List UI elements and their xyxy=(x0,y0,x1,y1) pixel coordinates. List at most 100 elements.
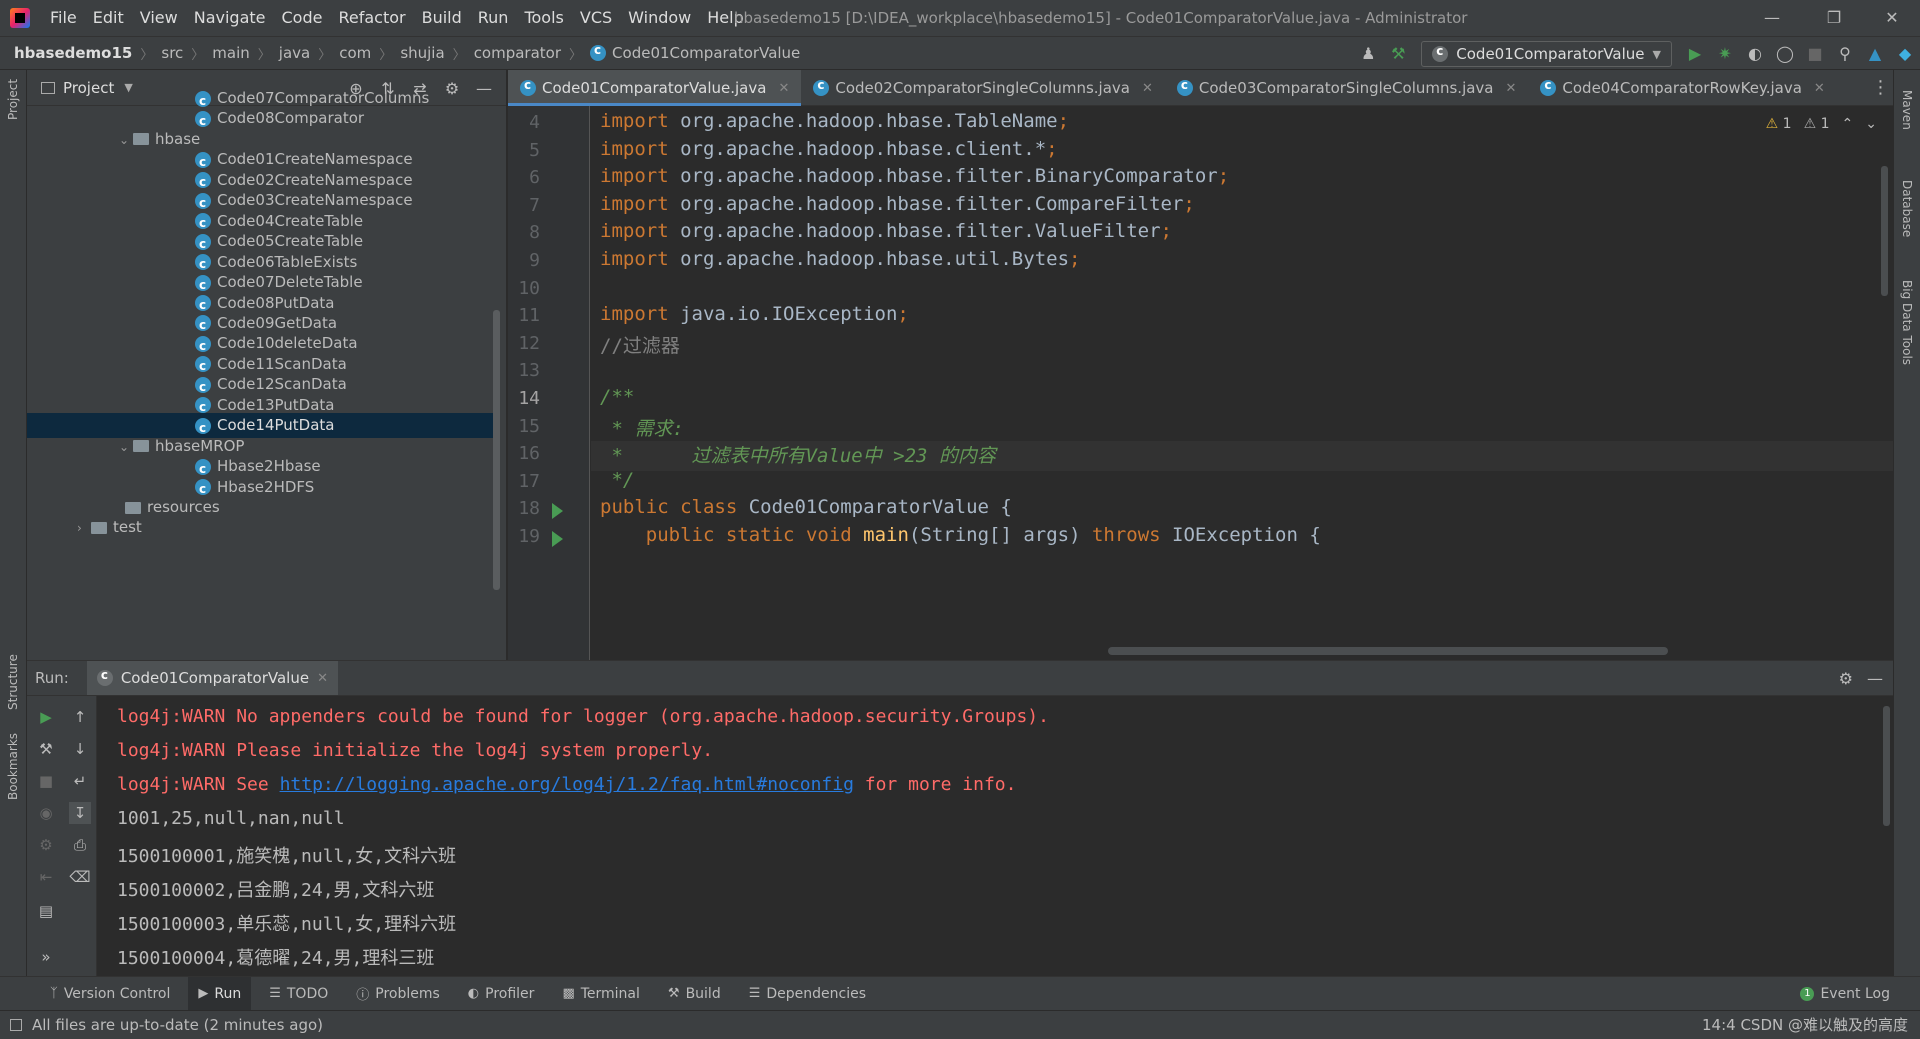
coverage-icon[interactable]: ◐ xyxy=(1740,37,1770,71)
dependencies-tab[interactable]: ☰ Dependencies xyxy=(739,977,876,1011)
editor-tab[interactable]: Code01ComparatorValue.java ✕ xyxy=(508,70,802,106)
weak-warning-count[interactable]: ⚠ 1 xyxy=(1804,116,1830,132)
close-icon[interactable]: ✕ xyxy=(778,81,789,96)
more-tabs-icon[interactable]: ⋮ xyxy=(1868,70,1893,106)
bookmarks-tool-tab[interactable]: Bookmarks xyxy=(6,733,20,800)
run-icon[interactable]: ▶ xyxy=(1680,37,1710,71)
maven-tool-tab[interactable]: Maven xyxy=(1900,90,1914,130)
camera-icon[interactable]: ◉ xyxy=(35,802,57,824)
scroll-down-icon[interactable]: ↓ xyxy=(69,738,91,760)
inspection-widget[interactable]: ⚠ 1 ⚠ 1 ⌃ ⌄ xyxy=(1766,116,1877,132)
tree-item-label: Code08Comparator xyxy=(217,109,365,128)
console-output[interactable]: log4j:WARN No appenders could be found f… xyxy=(97,696,1893,976)
profile-icon[interactable]: ◯ xyxy=(1770,37,1800,71)
stop-icon[interactable]: ■ xyxy=(1800,37,1830,71)
project-scrollbar[interactable] xyxy=(493,310,500,590)
plugin-icon[interactable]: ◆ xyxy=(1890,37,1920,71)
menu-tools[interactable]: Tools xyxy=(516,0,571,36)
code-line: import org.apache.hadoop.hbase.util.Byte… xyxy=(600,248,1081,270)
menu-vcs[interactable]: VCS xyxy=(572,0,620,36)
next-highlight-icon[interactable]: ⌄ xyxy=(1865,116,1877,132)
menu-run[interactable]: Run xyxy=(470,0,517,36)
more-icon[interactable]: » xyxy=(35,946,57,968)
project-tool-tab[interactable]: Project xyxy=(6,79,20,120)
tree-item-label: test xyxy=(113,518,142,537)
big-data-tools-tab[interactable]: Big Data Tools xyxy=(1900,280,1914,365)
breadcrumb-item[interactable]: com xyxy=(339,44,371,62)
breadcrumb-item[interactable]: main xyxy=(212,44,249,62)
exit-icon[interactable]: ⇤ xyxy=(35,866,57,888)
hide-icon[interactable]: — xyxy=(1867,669,1883,688)
build-tab[interactable]: ⚒ Build xyxy=(658,977,731,1011)
scroll-up-icon[interactable]: ↑ xyxy=(69,706,91,728)
event-log-tab[interactable]: 1 Event Log xyxy=(1800,977,1890,1011)
run-tool-tab[interactable]: ▶ Run xyxy=(188,976,252,1011)
editor-vertical-scrollbar[interactable] xyxy=(1881,166,1888,296)
breadcrumb-item[interactable]: src xyxy=(161,44,183,62)
settings-icon[interactable]: ⚙ xyxy=(35,834,57,856)
scroll-to-end-icon[interactable]: ↧ xyxy=(69,802,91,824)
print-icon[interactable]: ⎙ xyxy=(69,834,91,856)
minimize-icon[interactable]: — xyxy=(1744,0,1800,36)
console-link[interactable]: http://logging.apache.org/log4j/1.2/faq.… xyxy=(280,774,854,795)
todo-tab[interactable]: ☰ TODO xyxy=(259,977,338,1011)
close-icon[interactable]: ✕ xyxy=(317,671,328,686)
menu-edit[interactable]: Edit xyxy=(85,0,132,36)
editor-tab[interactable]: Code04ComparatorRowKey.java ✕ xyxy=(1528,70,1836,106)
soft-wrap-icon[interactable]: ↵ xyxy=(69,770,91,792)
layout-icon[interactable]: ▤ xyxy=(35,900,57,922)
search-icon[interactable]: ⚲ xyxy=(1830,37,1860,71)
structure-tool-tab[interactable]: Structure xyxy=(6,654,20,710)
run-tab[interactable]: Code01ComparatorValue ✕ xyxy=(86,661,338,695)
breadcrumb-item[interactable]: shujia xyxy=(400,44,444,62)
breadcrumb-item[interactable]: java xyxy=(279,44,310,62)
code-line: import org.apache.hadoop.hbase.filter.Co… xyxy=(600,192,1195,215)
menu-view[interactable]: View xyxy=(132,0,186,36)
chevron-right-icon[interactable]: › xyxy=(77,516,91,541)
debug-icon[interactable]: ✷ xyxy=(1710,37,1740,71)
version-control-tab[interactable]: ᛉ Version Control xyxy=(40,977,180,1011)
gear-icon[interactable]: ⚙ xyxy=(1839,669,1853,688)
menu-navigate[interactable]: Navigate xyxy=(186,0,274,36)
editor-horizontal-scrollbar[interactable] xyxy=(1108,647,1668,655)
update-icon[interactable]: ▲ xyxy=(1860,37,1890,71)
stop-icon[interactable]: ■ xyxy=(35,770,57,792)
prev-highlight-icon[interactable]: ⌃ xyxy=(1842,116,1854,132)
editor-tab[interactable]: Code02ComparatorSingleColumns.java ✕ xyxy=(801,70,1165,106)
run-config-selector[interactable]: Code01ComparatorValue ▼ xyxy=(1421,41,1672,67)
wrench-icon[interactable]: ⚒ xyxy=(35,738,57,760)
profiler-tab[interactable]: ◐ Profiler xyxy=(458,977,545,1011)
tree-folder[interactable]: › test xyxy=(27,515,500,540)
warning-count[interactable]: ⚠ 1 xyxy=(1766,116,1792,132)
menu-window[interactable]: Window xyxy=(620,0,699,36)
close-icon[interactable]: ✕ xyxy=(1506,81,1517,96)
breadcrumb-item[interactable]: Code01ComparatorValue xyxy=(612,44,800,62)
tree-item-label: Code06TableExists xyxy=(217,252,358,271)
breadcrumb-item[interactable]: hbasedemo15 xyxy=(14,44,132,62)
restore-icon[interactable]: ❐ xyxy=(1806,0,1862,36)
user-icon[interactable]: ♟ xyxy=(1353,37,1383,71)
run-gutter-icon[interactable] xyxy=(552,503,563,520)
menu-build[interactable]: Build xyxy=(414,0,470,36)
class-icon xyxy=(195,416,211,441)
run-gutter-icon[interactable] xyxy=(552,531,563,547)
breadcrumb-item[interactable]: comparator xyxy=(474,44,561,62)
close-window-icon[interactable]: ✕ xyxy=(1864,0,1920,36)
tree-item-label: Code05CreateTable xyxy=(217,232,364,251)
database-tool-tab[interactable]: Database xyxy=(1900,180,1914,237)
console-scrollbar[interactable] xyxy=(1883,706,1890,826)
rerun-icon[interactable]: ▶ xyxy=(35,706,57,728)
layout-toggle-icon[interactable] xyxy=(10,1019,22,1031)
menu-file[interactable]: File xyxy=(42,0,85,36)
build-hammer-icon[interactable]: ⚒ xyxy=(1383,37,1413,71)
menu-refactor[interactable]: Refactor xyxy=(330,0,413,36)
close-icon[interactable]: ✕ xyxy=(1814,81,1825,96)
terminal-tab[interactable]: ▩ Terminal xyxy=(552,977,649,1011)
menu-code[interactable]: Code xyxy=(274,0,331,36)
code-line: import org.apache.hadoop.hbase.filter.Va… xyxy=(600,220,1172,243)
trash-icon[interactable]: ⌫ xyxy=(69,866,91,888)
editor-tab[interactable]: Code03ComparatorSingleColumns.java ✕ xyxy=(1165,70,1529,106)
problems-tab[interactable]: ⓘ Problems xyxy=(346,977,450,1011)
code-editor[interactable]: 4 5 6 7 8 9 10 11 12 13 14 15 16 17 18 19 import org.ap… xyxy=(508,106,1893,660)
close-icon[interactable]: ✕ xyxy=(1142,81,1153,96)
